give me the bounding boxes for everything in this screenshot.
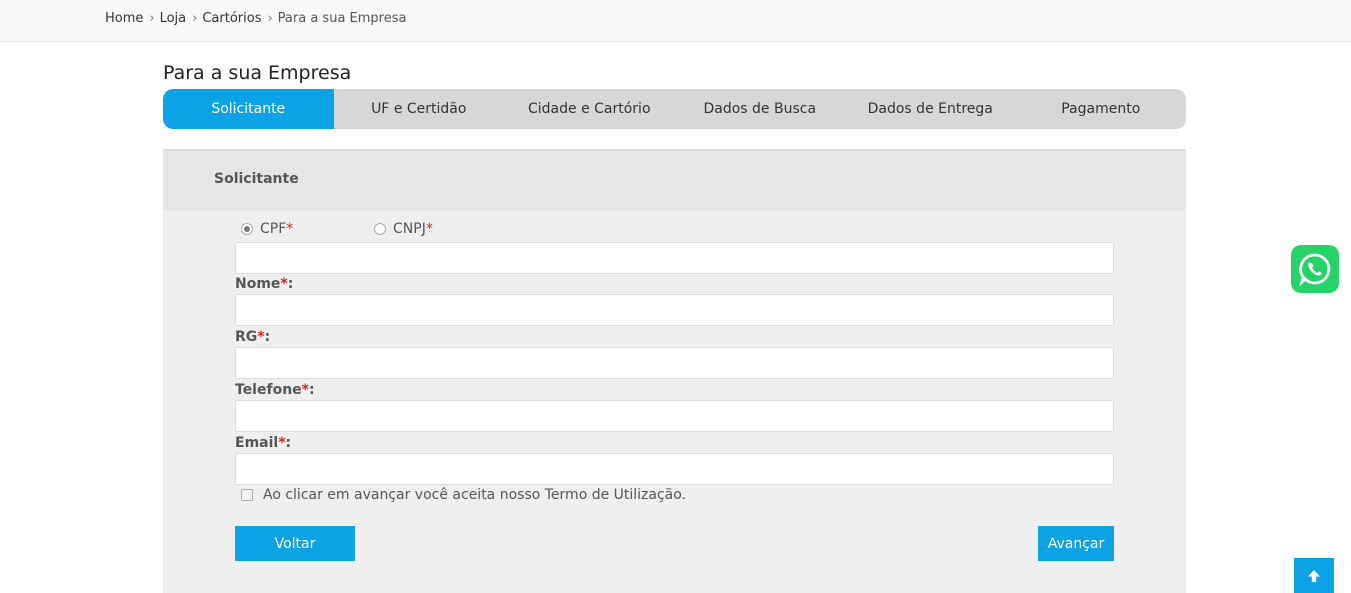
- step-dados-entrega[interactable]: Dados de Entrega: [845, 89, 1016, 129]
- back-to-top-button[interactable]: [1294, 558, 1334, 593]
- next-button[interactable]: Avançar: [1038, 526, 1114, 561]
- section-title: Solicitante: [214, 171, 299, 187]
- email-input[interactable]: [235, 453, 1114, 485]
- breadcrumb-current: Para a sua Empresa: [277, 11, 407, 26]
- radio-cnpj-label: CNPJ: [393, 221, 426, 237]
- rg-input[interactable]: [235, 347, 1114, 379]
- radio-cpf-label: CPF: [260, 221, 287, 237]
- breadcrumb-separator: ›: [192, 11, 198, 26]
- email-label: Email*:: [235, 435, 292, 451]
- step-uf-certidao[interactable]: UF e Certidão: [334, 89, 505, 129]
- radio-cnpj-control[interactable]: [374, 223, 386, 235]
- telefone-input[interactable]: [235, 400, 1114, 432]
- terms-label: Ao clicar em avançar você aceita nosso T…: [263, 487, 687, 503]
- radio-cpf-control[interactable]: [241, 223, 253, 235]
- breadcrumb-separator: ›: [267, 11, 273, 26]
- breadcrumb-separator: ›: [149, 11, 155, 26]
- breadcrumb: Home › Loja › Cartórios › Para a sua Emp…: [105, 11, 406, 26]
- back-button[interactable]: Voltar: [235, 526, 355, 561]
- wizard-steps: Solicitante UF e Certidão Cidade e Cartó…: [163, 89, 1186, 129]
- breadcrumb-cartorios[interactable]: Cartórios: [202, 11, 261, 26]
- required-mark: *: [286, 221, 294, 237]
- page-title: Para a sua Empresa: [163, 62, 352, 84]
- breadcrumb-bar: Home › Loja › Cartórios › Para a sua Emp…: [0, 0, 1351, 42]
- rg-label: RG*:: [235, 329, 271, 345]
- breadcrumb-loja[interactable]: Loja: [160, 11, 187, 26]
- step-cidade-cartorio[interactable]: Cidade e Cartório: [504, 89, 675, 129]
- radio-cpf[interactable]: CPF *: [241, 221, 293, 237]
- terms-checkbox[interactable]: [241, 489, 253, 501]
- step-solicitante[interactable]: Solicitante: [163, 89, 334, 129]
- telefone-label: Telefone*:: [235, 382, 315, 398]
- document-number-input[interactable]: [235, 242, 1114, 274]
- step-dados-busca[interactable]: Dados de Busca: [675, 89, 846, 129]
- step-pagamento[interactable]: Pagamento: [1016, 89, 1187, 129]
- arrow-up-icon: [1308, 569, 1320, 582]
- required-mark: *: [425, 221, 433, 237]
- terms-checkbox-row[interactable]: Ao clicar em avançar você aceita nosso T…: [241, 487, 686, 503]
- breadcrumb-home[interactable]: Home: [105, 11, 143, 26]
- whatsapp-button[interactable]: [1291, 245, 1339, 293]
- section-header: Solicitante: [163, 149, 1186, 210]
- whatsapp-icon: [1299, 253, 1331, 287]
- nome-input[interactable]: [235, 294, 1114, 326]
- radio-cnpj[interactable]: CNPJ *: [374, 221, 433, 237]
- nome-label: Nome*:: [235, 276, 294, 292]
